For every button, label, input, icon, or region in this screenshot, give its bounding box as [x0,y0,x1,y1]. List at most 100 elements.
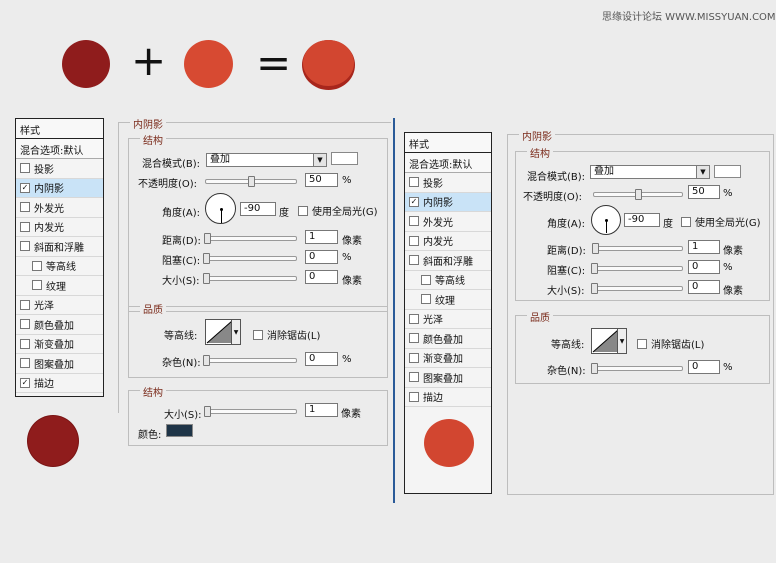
noise-input[interactable]: 0 [305,352,338,366]
global-light-checkbox[interactable]: 使用全局光(G) [681,214,761,229]
blend-mode-select[interactable]: 叠加 ▼ [206,153,327,167]
style-item[interactable]: 投影 [16,159,103,179]
style-item[interactable]: 内发光 [16,218,103,237]
style-item[interactable]: 颜色叠加 [16,315,103,335]
checkbox-icon[interactable] [409,235,419,246]
checkbox-icon[interactable] [409,313,419,324]
style-item[interactable]: 渐变叠加 [405,349,491,368]
angle-input[interactable]: -90 [240,202,276,216]
style-item[interactable]: 内发光 [405,232,491,251]
noise-slider-thumb[interactable] [203,355,210,366]
checkbox-icon[interactable] [421,274,431,285]
size-input[interactable]: 0 [305,270,338,284]
stroke-size-slider-thumb[interactable] [203,406,211,417]
shadow-color-swatch[interactable] [714,165,741,178]
checkbox-icon[interactable] [20,299,30,310]
opacity-slider-thumb[interactable] [248,176,255,187]
checkbox-icon[interactable] [20,163,30,174]
stroke-color-swatch[interactable] [166,424,193,437]
angle-dial[interactable] [205,193,236,224]
checkbox-checked-icon[interactable]: ✓ [20,182,30,193]
checkbox-icon[interactable] [253,329,263,340]
choke-slider-thumb[interactable] [203,253,210,264]
noise-slider[interactable] [591,363,683,374]
size-slider-thumb[interactable] [203,273,210,284]
style-item[interactable]: 图案叠加 [405,368,491,388]
opacity-slider[interactable] [593,189,683,200]
chevron-down-icon[interactable]: ▼ [617,329,626,353]
checkbox-icon[interactable] [20,202,30,213]
opacity-slider-thumb[interactable] [635,189,642,200]
checkbox-checked-icon[interactable]: ✓ [20,377,30,388]
distance-input[interactable]: 1 [305,230,338,244]
stroke-size-slider[interactable] [203,406,297,417]
style-item[interactable]: 投影 [405,173,491,193]
style-item[interactable]: 等高线 [16,257,103,276]
anti-alias-checkbox[interactable]: 消除锯齿(L) [637,336,704,351]
noise-slider-thumb[interactable] [591,363,598,374]
checkbox-icon[interactable] [421,294,431,305]
choke-slider[interactable] [203,253,297,264]
style-item[interactable]: ✓ 描边 [16,374,103,393]
distance-input[interactable]: 1 [688,240,720,254]
angle-dial[interactable] [591,205,621,235]
checkbox-icon[interactable] [20,241,30,252]
distance-slider[interactable] [203,233,297,244]
checkbox-icon[interactable] [409,216,419,227]
checkbox-icon[interactable] [409,333,419,344]
checkbox-icon[interactable] [20,358,30,369]
choke-input[interactable]: 0 [305,250,338,264]
style-item[interactable]: 图案叠加 [16,354,103,374]
checkbox-icon[interactable] [32,280,42,291]
style-item[interactable]: 渐变叠加 [16,335,103,354]
style-item[interactable]: 斜面和浮雕 [16,237,103,257]
chevron-down-icon[interactable]: ▼ [231,320,240,344]
style-item[interactable]: 纹理 [405,290,491,310]
choke-slider-thumb[interactable] [591,263,598,274]
styles-header[interactable]: 样式 [405,133,491,153]
contour-picker[interactable]: ▼ [591,328,627,354]
checkbox-icon[interactable] [20,221,30,232]
checkbox-icon[interactable] [409,391,419,402]
opacity-slider[interactable] [205,176,297,187]
contour-picker[interactable]: ▼ [205,319,241,345]
style-item[interactable]: 纹理 [16,276,103,296]
styles-header[interactable]: 样式 [16,119,103,139]
style-item[interactable]: 光泽 [16,296,103,315]
style-item[interactable]: 光泽 [405,310,491,329]
checkbox-icon[interactable] [409,372,419,383]
checkbox-icon[interactable] [409,255,419,266]
checkbox-icon[interactable] [681,216,691,227]
stroke-size-input[interactable]: 1 [305,403,338,417]
noise-input[interactable]: 0 [688,360,720,374]
blending-options-item[interactable]: 混合选项:默认 [405,153,491,173]
size-slider[interactable] [203,273,297,284]
shadow-color-swatch[interactable] [331,152,358,165]
style-item[interactable]: 斜面和浮雕 [405,251,491,271]
blend-mode-select[interactable]: 叠加 ▼ [590,165,710,179]
style-item[interactable]: 外发光 [405,212,491,232]
checkbox-icon[interactable] [637,338,647,349]
noise-slider[interactable] [203,355,297,366]
size-slider[interactable] [591,283,683,294]
style-item[interactable]: ✓ 内阴影 [16,178,103,198]
opacity-input[interactable]: 50 [305,173,338,187]
checkbox-checked-icon[interactable]: ✓ [409,196,419,207]
distance-slider[interactable] [591,243,683,254]
checkbox-icon[interactable] [298,205,308,216]
anti-alias-checkbox[interactable]: 消除锯齿(L) [253,327,320,342]
global-light-checkbox[interactable]: 使用全局光(G) [298,203,378,218]
style-item[interactable]: 描边 [405,388,491,407]
style-item[interactable]: ✓ 内阴影 [405,192,491,212]
style-item[interactable]: 外发光 [16,198,103,218]
opacity-input[interactable]: 50 [688,185,720,199]
angle-input[interactable]: -90 [624,213,660,227]
style-item[interactable]: 等高线 [405,271,491,290]
checkbox-icon[interactable] [20,319,30,330]
size-input[interactable]: 0 [688,280,720,294]
distance-slider-thumb[interactable] [591,243,599,254]
style-item[interactable]: 颜色叠加 [405,329,491,349]
choke-input[interactable]: 0 [688,260,720,274]
checkbox-icon[interactable] [409,352,419,363]
distance-slider-thumb[interactable] [203,233,211,244]
